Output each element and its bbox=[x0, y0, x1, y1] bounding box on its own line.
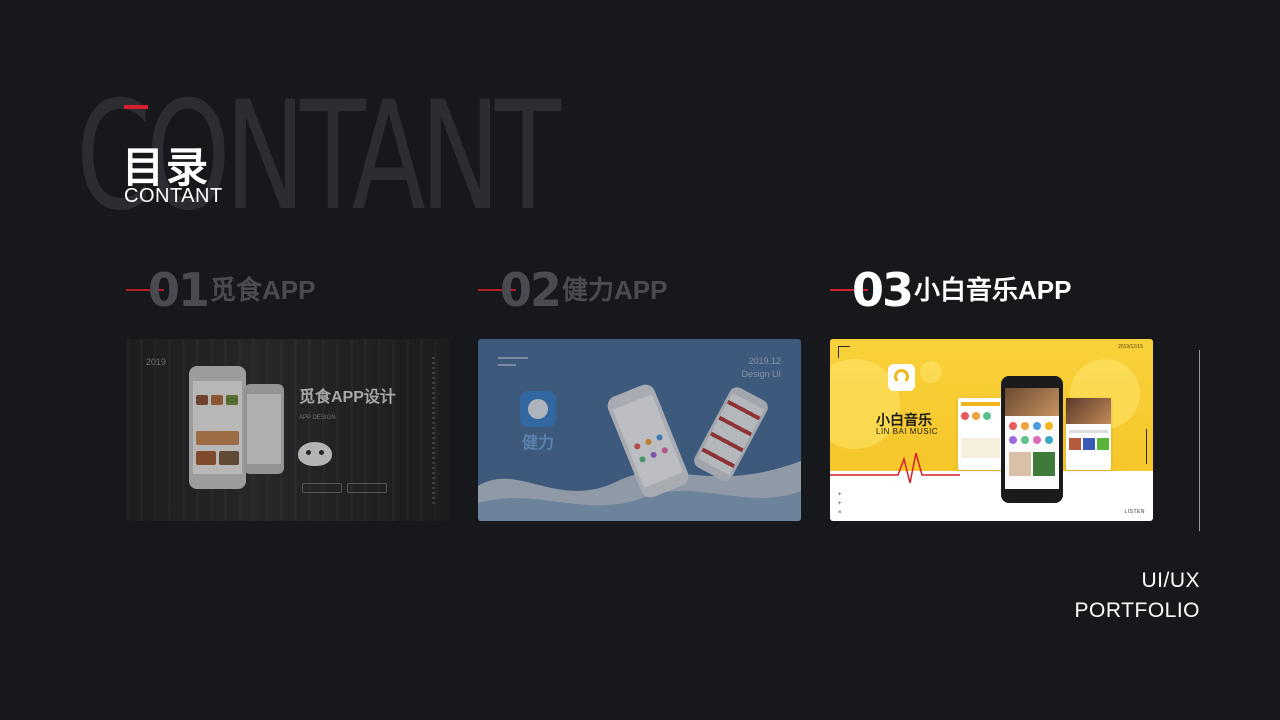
section-title: 觅食APP bbox=[210, 275, 316, 305]
pulse-line-icon bbox=[830, 452, 960, 484]
project-card-fitness-app[interactable]: 2019.12 Design UI 健力 bbox=[478, 339, 801, 521]
corner-bracket bbox=[838, 346, 850, 358]
side-label: LISTEN bbox=[1124, 509, 1145, 515]
card-date: 2019/12/15 bbox=[1117, 344, 1143, 350]
card-dim-overlay bbox=[126, 339, 449, 521]
section-number: 02 bbox=[500, 263, 562, 317]
decor-vertical-line bbox=[1146, 429, 1147, 464]
screen-panel bbox=[958, 398, 1003, 470]
plus-cross-marks: + + × bbox=[838, 492, 842, 516]
screen-panel bbox=[1066, 398, 1111, 470]
project-card-music-app[interactable]: 2019/12/15 小白音乐 LIN BAI MUSIC + + × LIST… bbox=[830, 339, 1153, 521]
project-card-food-app[interactable]: 2019 觅食APP设计 APP DESIGN bbox=[126, 339, 449, 521]
section-title: 小白音乐APP bbox=[914, 275, 1072, 305]
app-name-english: LIN BAI MUSIC bbox=[876, 427, 939, 436]
tagline-line-2: PORTFOLIO bbox=[1074, 599, 1200, 622]
page-subtitle: CONTANT bbox=[124, 185, 223, 207]
section-number: 03 bbox=[852, 263, 914, 317]
card-dim-overlay bbox=[478, 339, 801, 521]
portfolio-contents-slide: CONTANT 目录 CONTANT 01 觅食APP 02 健力APP 03 … bbox=[0, 0, 1280, 720]
section-title: 健力APP bbox=[562, 275, 668, 305]
divider-vertical bbox=[1199, 350, 1200, 531]
section-number: 01 bbox=[148, 263, 210, 317]
tagline-line-1: UI/UX bbox=[1141, 569, 1200, 592]
heading-accent-bar bbox=[124, 105, 148, 109]
headphones-icon bbox=[888, 364, 915, 391]
decor-blob bbox=[920, 361, 942, 383]
phone-mockup bbox=[1001, 376, 1063, 503]
